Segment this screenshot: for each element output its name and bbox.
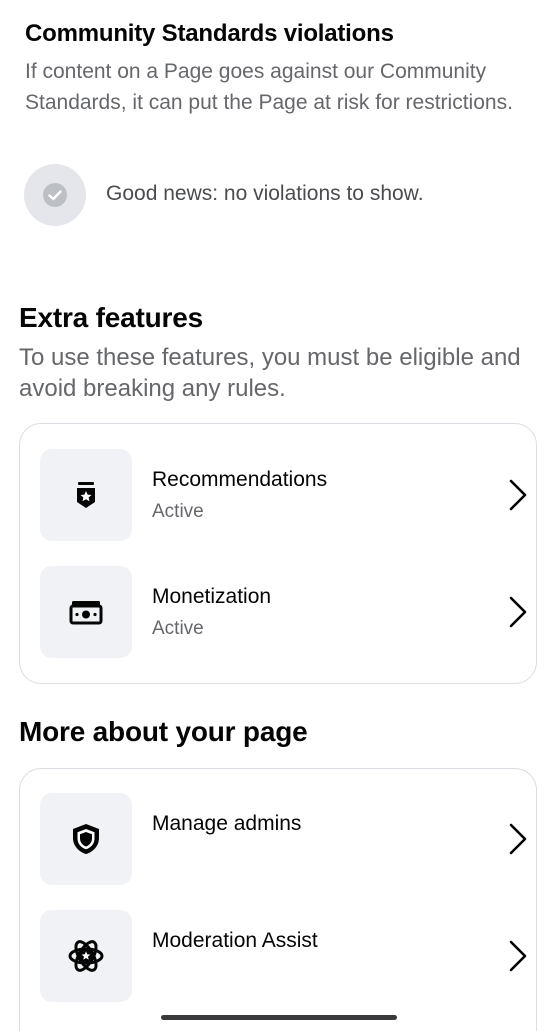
page-screen: Community Standards violations If conten… [0, 0, 558, 1031]
recommendations-badge-icon [40, 449, 132, 541]
shield-icon [40, 793, 132, 885]
chevron-right-icon [509, 596, 527, 628]
chevron-right-icon [509, 823, 527, 855]
community-standards-title: Community Standards violations [25, 20, 394, 47]
extra-features-card: Recommendations Active Monetization Acti… [19, 423, 537, 684]
monetization-status: Active [152, 618, 204, 639]
chevron-right-icon [509, 940, 527, 972]
recommendations-status: Active [152, 501, 204, 522]
no-violations-text: Good news: no violations to show. [106, 182, 424, 205]
more-about-card: Manage admins Moderation Assist [19, 768, 537, 1031]
manage-admins-label: Manage admins [152, 812, 302, 835]
extra-features-title: Extra features [19, 302, 203, 333]
checkmark-icon [43, 183, 67, 207]
monetization-row[interactable]: Monetization Active [40, 566, 530, 658]
recommendations-label: Recommendations [152, 468, 328, 491]
moderation-assist-icon [40, 910, 132, 1002]
home-indicator[interactable] [161, 1015, 397, 1020]
chevron-right-icon [509, 479, 527, 511]
recommendations-row[interactable]: Recommendations Active [40, 449, 530, 541]
more-about-title: More about your page [19, 716, 308, 747]
community-standards-description: If content on a Page goes against our Co… [25, 60, 513, 114]
moderation-assist-label: Moderation Assist [152, 929, 318, 952]
checkmark-circle-icon [24, 164, 86, 226]
extra-features-description: To use these features, you must be eligi… [19, 344, 521, 402]
money-icon [40, 566, 132, 658]
moderation-assist-row[interactable]: Moderation Assist [40, 910, 530, 1002]
monetization-label: Monetization [152, 585, 272, 608]
manage-admins-row[interactable]: Manage admins [40, 793, 530, 885]
